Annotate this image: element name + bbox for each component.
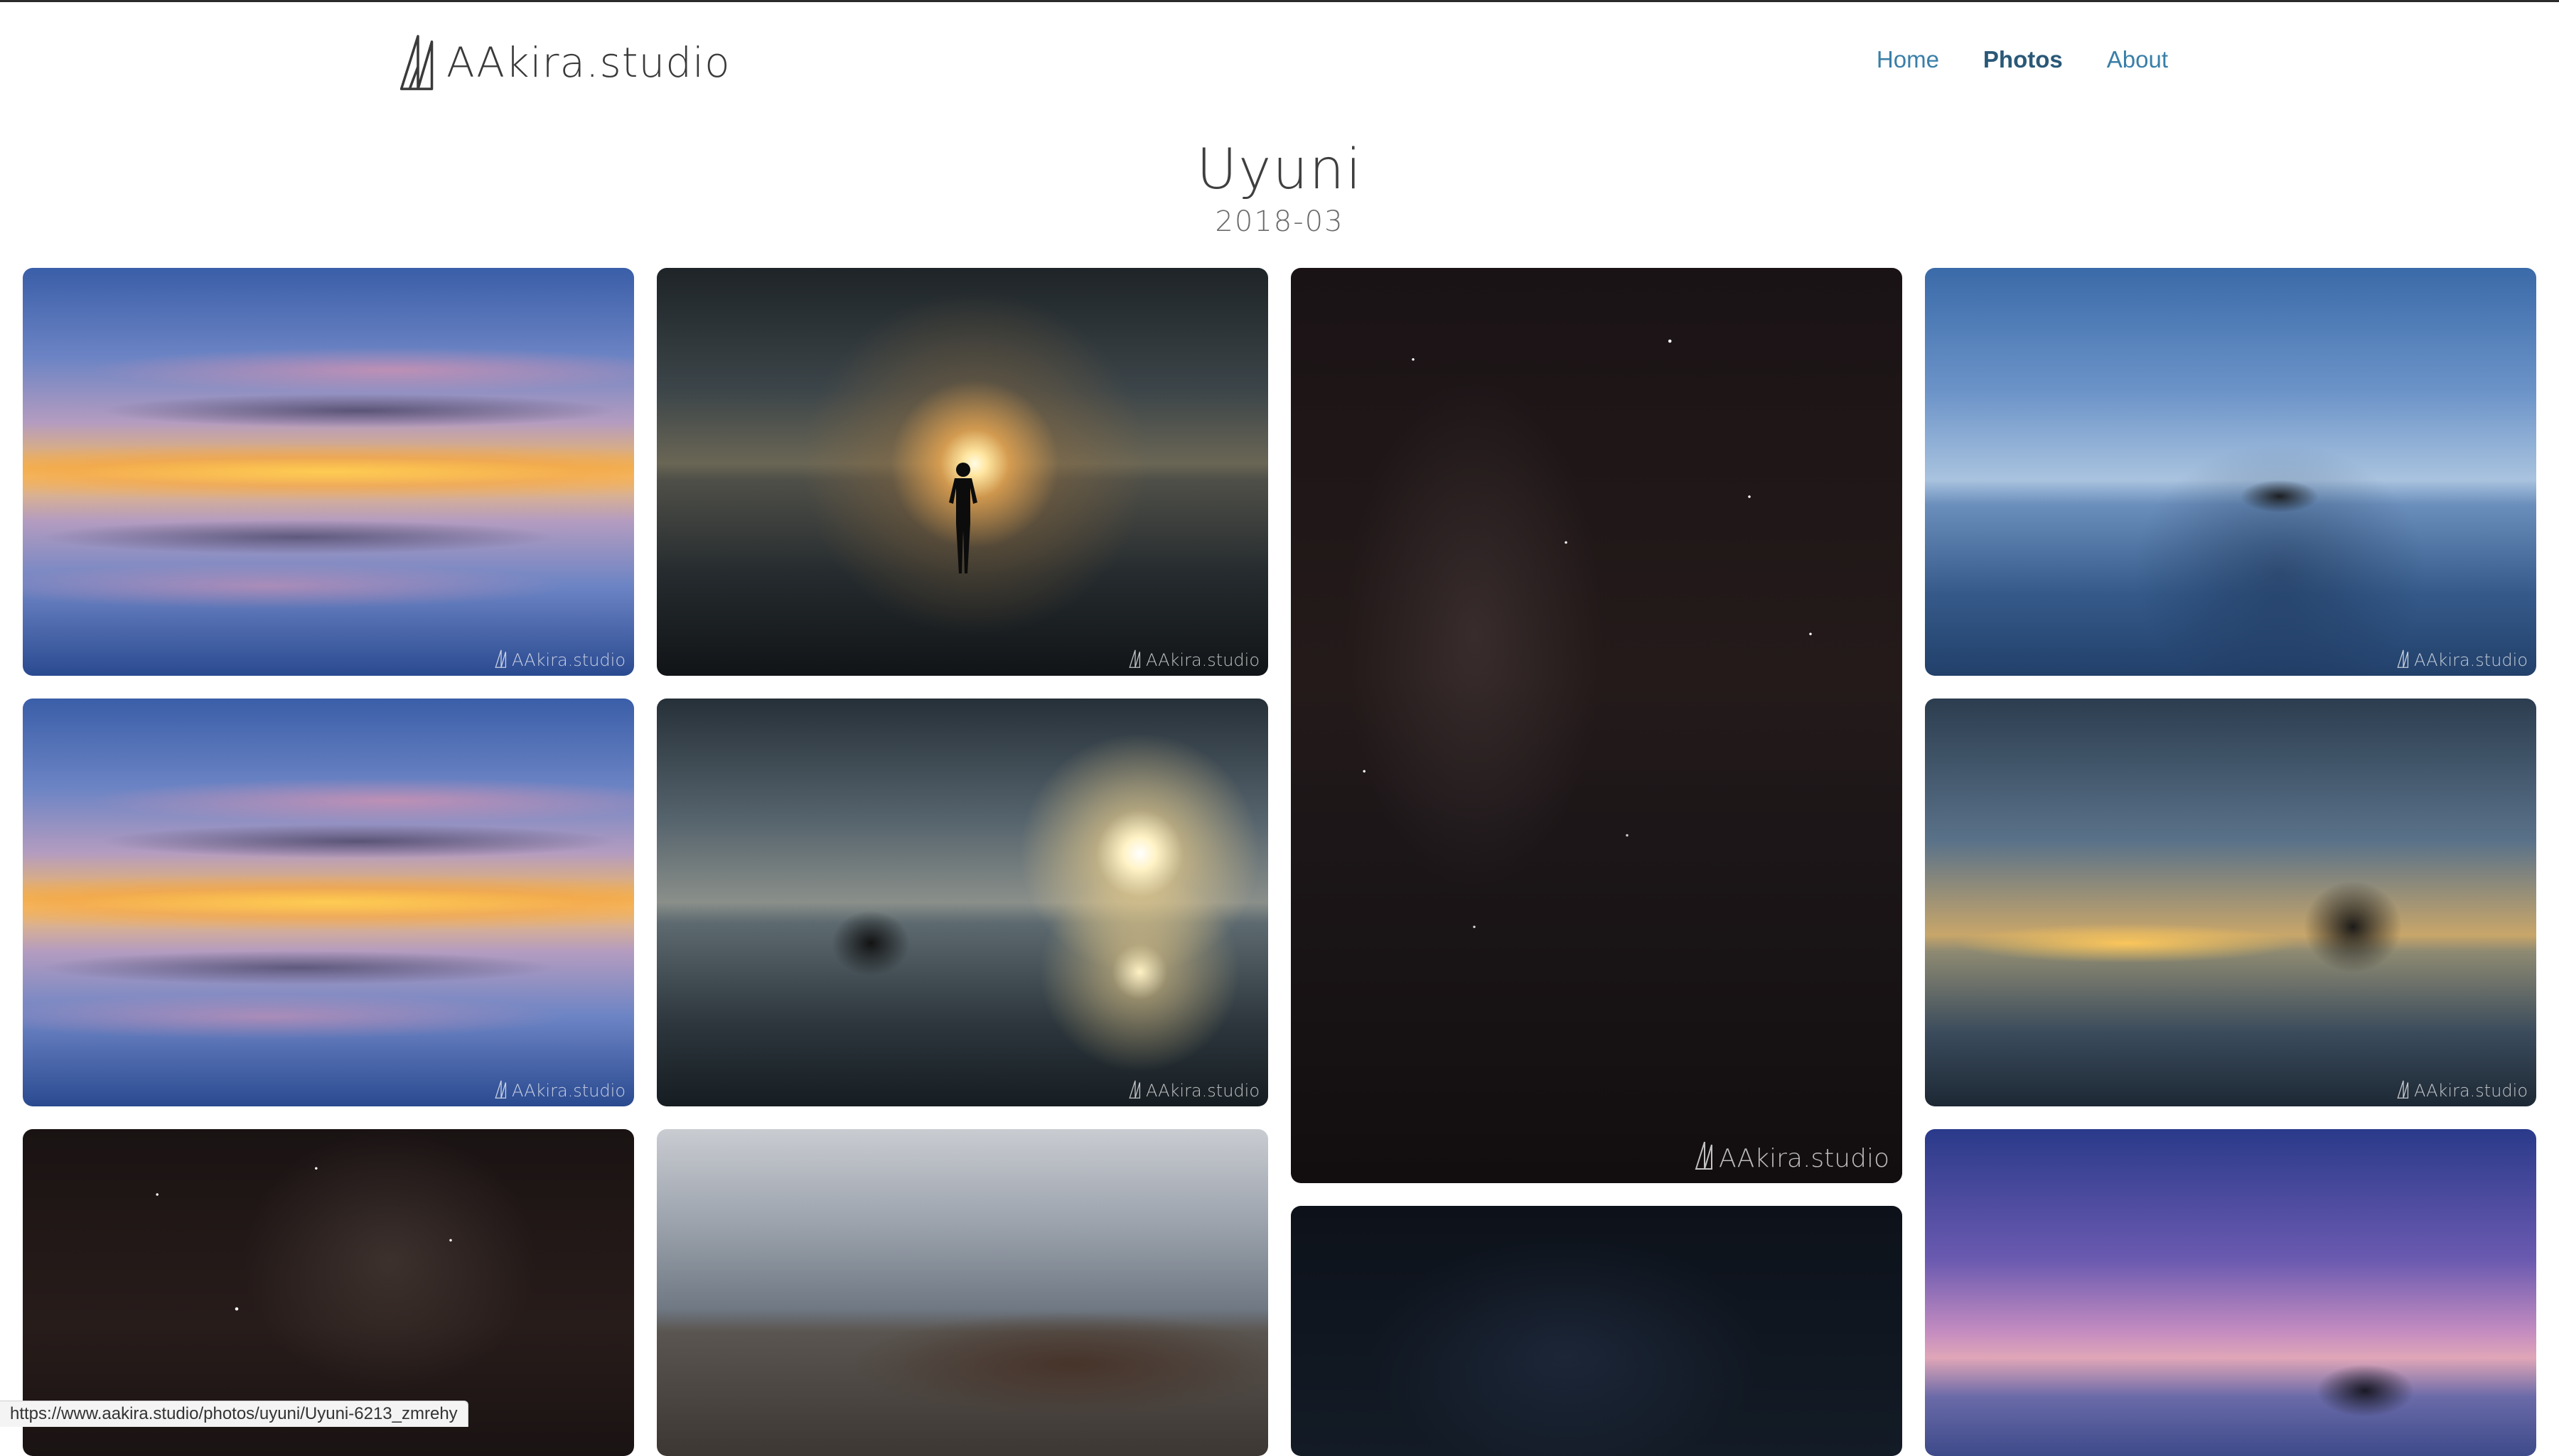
silhouette-person bbox=[949, 463, 977, 573]
watermark-text: AAkira.studio bbox=[2414, 1081, 2528, 1101]
watermark-text: AAkira.studio bbox=[1146, 650, 1260, 670]
logo-mark-icon bbox=[495, 649, 507, 668]
logo-mark-icon bbox=[495, 1080, 507, 1099]
watermark-text: AAkira.studio bbox=[1146, 1081, 1260, 1101]
photo-tile[interactable]: AAkira.studio bbox=[657, 268, 1268, 676]
main-nav: Home Photos About bbox=[1877, 46, 2168, 73]
logo-mark-icon bbox=[399, 35, 434, 90]
logo-mark-icon bbox=[1129, 649, 1141, 668]
logo-mark-icon bbox=[2397, 649, 2409, 668]
nav-photos-link[interactable]: Photos bbox=[1983, 46, 2063, 73]
logo-text: AAkira.studio bbox=[446, 38, 731, 87]
logo-mark-icon bbox=[1129, 1080, 1141, 1099]
watermark-text: AAkira.studio bbox=[512, 650, 626, 670]
photo-tile[interactable] bbox=[1291, 1206, 1902, 1456]
watermark-text: AAkira.studio bbox=[2414, 650, 2528, 670]
watermark: AAkira.studio bbox=[495, 647, 626, 670]
site-logo[interactable]: AAkira.studio bbox=[398, 33, 731, 92]
photo-tile[interactable]: AAkira.studio bbox=[1291, 268, 1902, 1183]
photo-tile[interactable]: AAkira.studio bbox=[23, 699, 634, 1106]
status-bar-url: https://www.aakira.studio/photos/uyuni/U… bbox=[0, 1401, 468, 1427]
watermark: AAkira.studio bbox=[2397, 1078, 2528, 1101]
photo-tile[interactable]: AAkira.studio bbox=[23, 268, 634, 676]
photo-tile[interactable] bbox=[657, 1129, 1268, 1456]
logo-mark-icon bbox=[2397, 1080, 2409, 1099]
logo-mark-icon bbox=[1695, 1141, 1713, 1170]
watermark: AAkira.studio bbox=[1695, 1138, 1889, 1173]
nav-about-link[interactable]: About bbox=[2107, 46, 2168, 73]
watermark-text: AAkira.studio bbox=[512, 1081, 626, 1101]
album-header: Uyuni 2018-03 bbox=[0, 137, 2559, 238]
watermark: AAkira.studio bbox=[2397, 647, 2528, 670]
photo-tile[interactable] bbox=[1925, 1129, 2536, 1456]
watermark: AAkira.studio bbox=[495, 1078, 626, 1101]
album-title: Uyuni bbox=[1196, 138, 1363, 202]
watermark-text: AAkira.studio bbox=[1719, 1144, 1889, 1173]
nav-home-link[interactable]: Home bbox=[1877, 46, 1939, 73]
photo-tile[interactable]: AAkira.studio bbox=[1925, 699, 2536, 1106]
photo-tile[interactable]: AAkira.studio bbox=[1925, 268, 2536, 676]
watermark: AAkira.studio bbox=[1129, 647, 1260, 670]
watermark: AAkira.studio bbox=[1129, 1078, 1260, 1101]
photo-tile[interactable]: AAkira.studio bbox=[657, 699, 1268, 1106]
album-date: 2018-03 bbox=[1215, 205, 1344, 238]
